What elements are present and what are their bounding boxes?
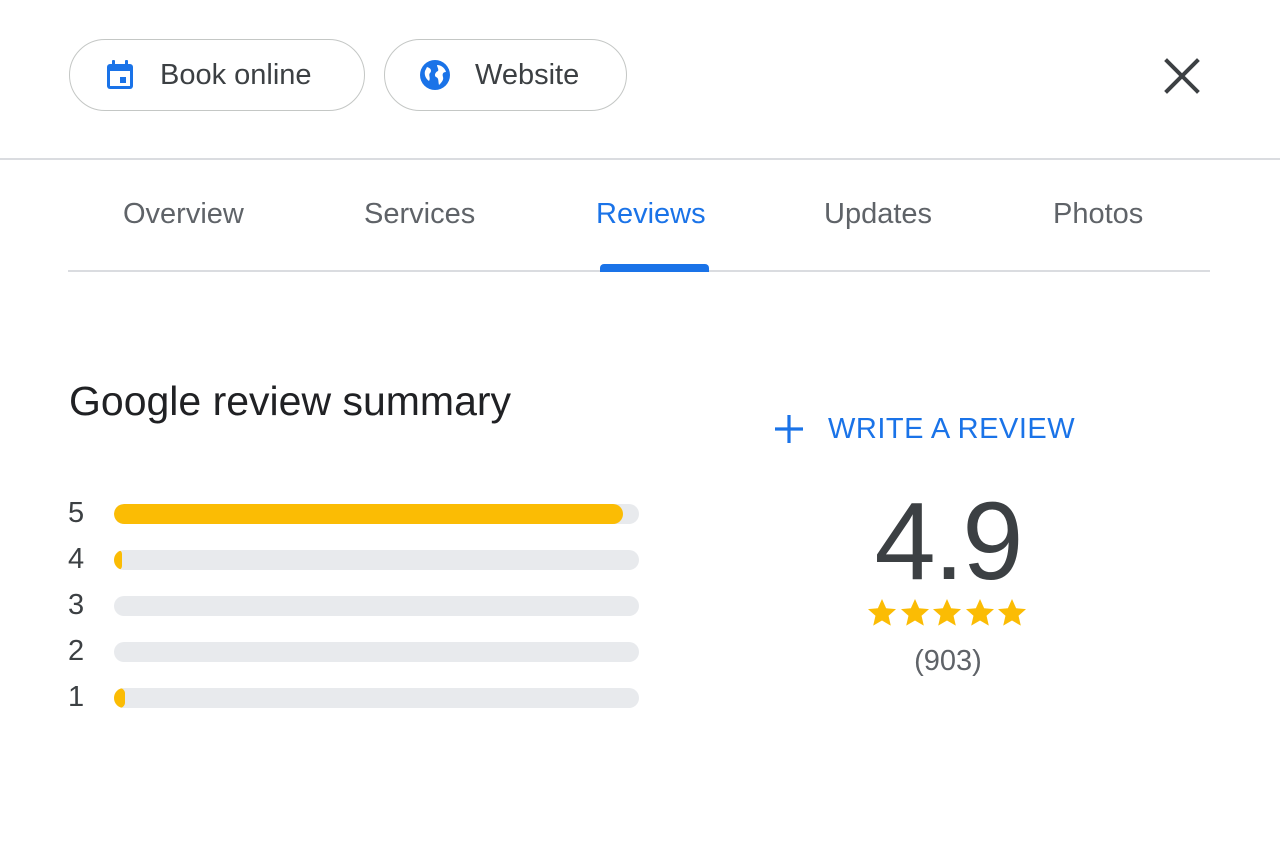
rating-bar-track bbox=[114, 688, 639, 708]
average-rating: 4.9 bbox=[874, 480, 1024, 603]
rating-row-label: 5 bbox=[68, 497, 85, 529]
rating-row-label: 3 bbox=[68, 589, 85, 621]
rating-row-label: 2 bbox=[68, 635, 85, 667]
rating-bar-track bbox=[114, 504, 639, 524]
star-icon bbox=[933, 599, 961, 626]
tab-overview[interactable]: Overview bbox=[123, 198, 244, 231]
rating-bar-track bbox=[114, 550, 639, 570]
rating-distribution: 5 4 3 2 1 bbox=[66, 495, 646, 725]
action-bar: Book online Website bbox=[0, 0, 1280, 160]
globe-icon bbox=[420, 60, 450, 90]
rating-bar-fill bbox=[114, 550, 123, 570]
star-icon bbox=[998, 599, 1026, 626]
rating-row-label: 4 bbox=[68, 543, 85, 575]
tab-bar: Overview Services Reviews Updates Photos bbox=[68, 160, 1210, 272]
book-online-button[interactable]: Book online bbox=[69, 39, 365, 111]
tab-updates[interactable]: Updates bbox=[824, 198, 932, 231]
star-rating bbox=[866, 597, 1028, 637]
star-icon bbox=[965, 599, 994, 626]
plus-icon bbox=[775, 415, 803, 443]
website-label: Website bbox=[475, 58, 580, 91]
rating-row-1: 1 bbox=[66, 679, 646, 725]
review-summary-title: Google review summary bbox=[69, 378, 512, 424]
rating-row-5: 5 bbox=[66, 495, 646, 541]
rating-row-4: 4 bbox=[66, 541, 646, 587]
star-icon bbox=[868, 599, 896, 626]
website-button[interactable]: Website bbox=[384, 39, 627, 111]
star-icon bbox=[900, 599, 929, 626]
write-review-button[interactable]: WRITE A REVIEW bbox=[772, 412, 1075, 446]
book-online-label: Book online bbox=[160, 58, 312, 91]
rating-row-3: 3 bbox=[66, 587, 646, 633]
tab-services[interactable]: Services bbox=[364, 198, 475, 231]
write-review-label: WRITE A REVIEW bbox=[828, 412, 1076, 445]
tab-photos[interactable]: Photos bbox=[1053, 198, 1143, 231]
close-icon[interactable] bbox=[1162, 56, 1202, 96]
rating-row-label: 1 bbox=[68, 681, 85, 713]
rating-bar-fill bbox=[114, 688, 125, 708]
rating-row-2: 2 bbox=[66, 633, 646, 679]
review-count: (903) bbox=[914, 645, 982, 677]
tab-reviews[interactable]: Reviews bbox=[596, 198, 706, 231]
active-tab-indicator bbox=[600, 264, 709, 272]
rating-bar-fill bbox=[114, 504, 624, 524]
rating-bar-track bbox=[114, 642, 639, 662]
rating-bar-track bbox=[114, 596, 639, 616]
calendar-icon bbox=[107, 60, 133, 89]
